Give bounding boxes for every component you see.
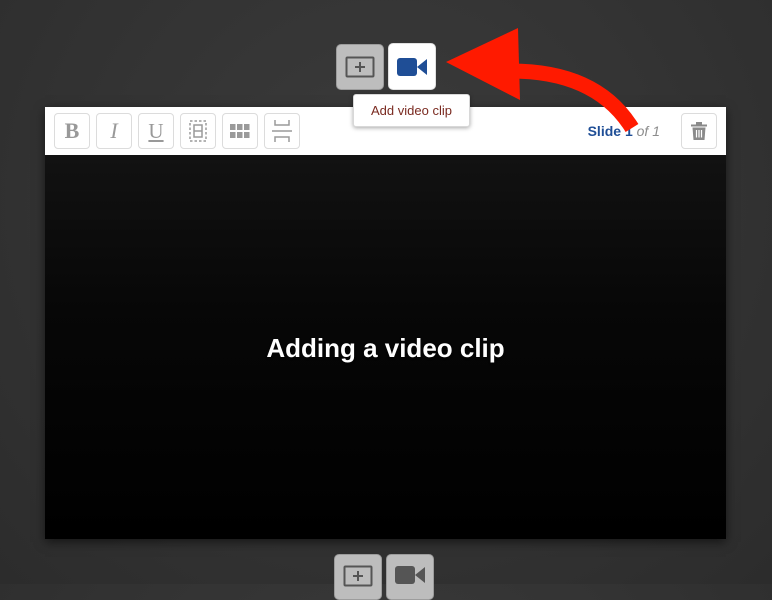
add-video-button-bottom[interactable] bbox=[386, 554, 434, 600]
frame-button[interactable] bbox=[180, 113, 216, 149]
slide-canvas[interactable]: Adding a video clip bbox=[45, 155, 726, 539]
add-slide-button[interactable] bbox=[336, 44, 384, 90]
delete-slide-button[interactable] bbox=[681, 113, 717, 149]
add-slide-button-bottom[interactable] bbox=[334, 554, 382, 600]
bold-button[interactable]: B bbox=[54, 113, 90, 149]
slide-title[interactable]: Adding a video clip bbox=[266, 333, 504, 364]
add-video-button[interactable] bbox=[388, 43, 436, 90]
grid-icon bbox=[230, 124, 250, 138]
grid-button[interactable] bbox=[222, 113, 258, 149]
video-camera-icon bbox=[395, 566, 425, 584]
add-slide-icon bbox=[345, 56, 375, 78]
red-arrow-annotation bbox=[446, 28, 639, 133]
underline-button[interactable]: U bbox=[138, 113, 174, 149]
video-camera-icon bbox=[397, 57, 427, 76]
slide-editor: B I U Slide 1 of 1 Adding a video clip bbox=[45, 107, 726, 539]
italic-button[interactable]: I bbox=[96, 113, 132, 149]
frame-icon bbox=[189, 120, 207, 142]
trash-icon bbox=[691, 122, 707, 140]
split-button[interactable] bbox=[264, 113, 300, 149]
split-icon bbox=[272, 120, 292, 142]
